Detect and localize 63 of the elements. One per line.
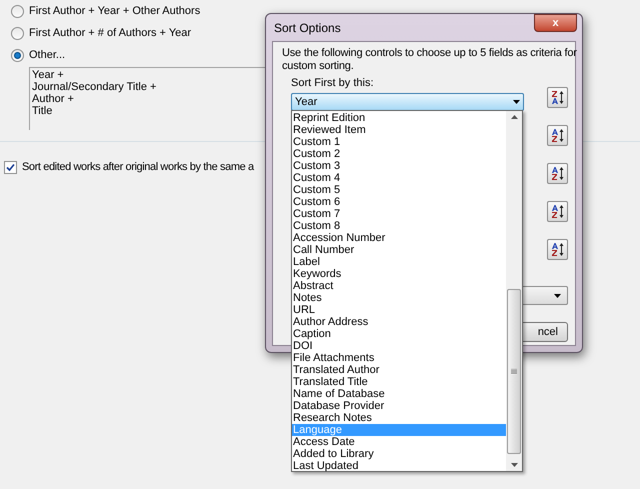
dropdown-option[interactable]: Custom 3 xyxy=(292,160,506,172)
description-text: Use the following controls to choose up to 5 fields as criteria for custom sorting. xyxy=(282,47,578,73)
dropdown-option[interactable]: Custom 4 xyxy=(292,172,506,184)
grip-icon xyxy=(511,368,517,374)
checkbox-label: Sort edited works after original works by the same a xyxy=(22,160,254,175)
scrollbar[interactable] xyxy=(506,111,522,471)
dropdown-option[interactable]: Reviewed Item xyxy=(292,124,506,136)
sort-ascending-icon xyxy=(550,166,565,181)
dropdown-option[interactable]: DOI xyxy=(292,340,506,352)
dropdown-option[interactable]: Added to Library xyxy=(292,448,506,460)
sort-order-line: Year + xyxy=(32,69,65,81)
radio-label: Other... xyxy=(29,48,66,64)
sort-order-line: Journal/Secondary Title + xyxy=(32,81,158,93)
dropdown-option[interactable]: Custom 5 xyxy=(292,184,506,196)
dropdown-option[interactable]: File Attachments xyxy=(292,352,506,364)
dropdown-arrow-icon xyxy=(513,100,520,104)
dropdown-option[interactable]: Reprint Edition xyxy=(292,112,506,124)
dropdown-option[interactable]: Last Updated xyxy=(292,460,506,472)
sort-order-button[interactable] xyxy=(547,87,568,108)
sort-order-button[interactable] xyxy=(547,201,568,222)
scroll-up-icon[interactable] xyxy=(510,115,518,119)
sort-field-dropdown[interactable]: Year xyxy=(291,93,524,111)
dropdown-option[interactable]: Call Number xyxy=(292,244,506,256)
sort-order-button[interactable] xyxy=(547,239,568,260)
radio-label: First Author + Year + Other Authors xyxy=(29,4,200,20)
checkbox[interactable] xyxy=(4,160,17,174)
sort-descending-icon xyxy=(550,90,565,105)
dropdown-option[interactable]: Database Provider xyxy=(292,400,506,412)
dropdown-option[interactable]: Custom 1 xyxy=(292,136,506,148)
dropdown-option[interactable]: Custom 2 xyxy=(292,148,506,160)
dropdown-option[interactable]: Custom 8 xyxy=(292,220,506,232)
dropdown-option[interactable]: Keywords xyxy=(292,268,506,280)
sort-order-line: Title xyxy=(32,105,54,117)
sort-ascending-icon xyxy=(550,242,565,257)
radio-label: First Author + # of Authors + Year xyxy=(29,26,192,42)
sort-ascending-icon xyxy=(550,204,565,219)
dropdown-option[interactable]: Label xyxy=(292,256,506,268)
dropdown-option[interactable]: Name of Database xyxy=(292,388,506,400)
dropdown-option[interactable]: Author Address xyxy=(292,316,506,328)
dropdown-option[interactable]: Translated Author xyxy=(292,364,506,376)
dropdown-option[interactable]: Accession Number xyxy=(292,232,506,244)
radio-button[interactable] xyxy=(11,5,24,18)
window-title: Sort Options xyxy=(274,20,341,36)
dropdown-option[interactable]: Notes xyxy=(292,292,506,304)
sort-order-button[interactable] xyxy=(547,163,568,184)
sort-order-line: Author + xyxy=(32,93,75,105)
dropdown-option[interactable]: URL xyxy=(292,304,506,316)
dropdown-option[interactable]: Custom 6 xyxy=(292,196,506,208)
sort-order-button[interactable] xyxy=(547,125,568,146)
checkmark-icon xyxy=(6,162,15,172)
scroll-down-icon[interactable] xyxy=(510,463,518,467)
dropdown-option[interactable]: Access Date xyxy=(292,436,506,448)
sort-ascending-icon xyxy=(550,128,565,143)
dropdown-option[interactable]: Caption xyxy=(292,328,506,340)
dropdown-option[interactable]: Abstract xyxy=(292,280,506,292)
dropdown-option[interactable]: Research Notes xyxy=(292,412,506,424)
dropdown-option[interactable]: Custom 7 xyxy=(292,208,506,220)
scrollbar-thumb[interactable] xyxy=(507,288,521,454)
radio-button[interactable] xyxy=(11,49,24,62)
sort-first-label: Sort First by this: xyxy=(291,77,375,90)
radio-button[interactable] xyxy=(11,27,24,40)
dropdown-arrow-icon xyxy=(554,294,561,298)
dropdown-option[interactable]: Translated Title xyxy=(292,376,506,388)
